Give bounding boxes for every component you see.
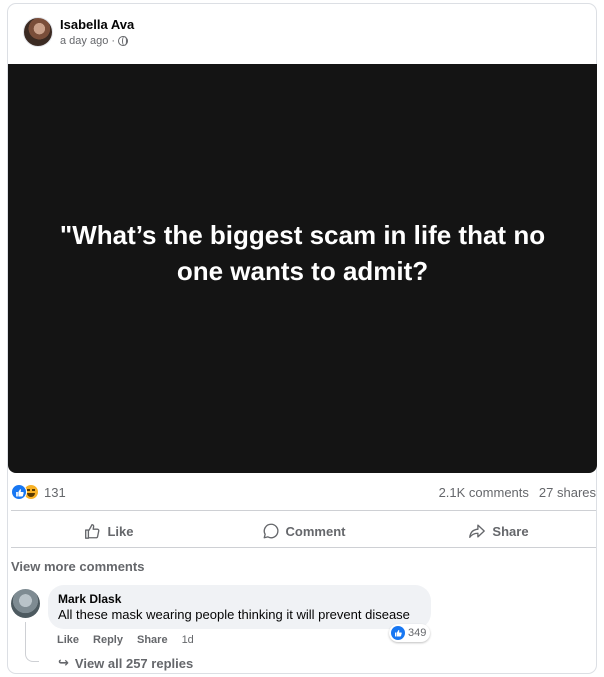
author-avatar[interactable] bbox=[23, 17, 53, 47]
like-icon bbox=[391, 626, 405, 640]
comment-reaction-count: 349 bbox=[408, 627, 427, 639]
comment-label: Comment bbox=[285, 523, 346, 539]
post-time[interactable]: a day ago bbox=[60, 34, 108, 48]
comment-reply-link[interactable]: Reply bbox=[93, 634, 123, 646]
view-replies-label: View all 257 replies bbox=[74, 655, 194, 671]
comment-reaction-badge[interactable]: 349 bbox=[389, 624, 431, 642]
author-name[interactable]: Isabella Ava bbox=[60, 17, 134, 32]
media-text: "What’s the biggest scam in life that no… bbox=[59, 219, 546, 286]
stats-right: 2.1K comments 27 shares bbox=[439, 485, 596, 500]
view-replies-link[interactable]: ↪ View all 257 replies bbox=[58, 655, 193, 671]
post-stats: 131 2.1K comments 27 shares bbox=[11, 482, 596, 502]
reaction-icons[interactable] bbox=[11, 484, 39, 500]
comment-button[interactable]: Comment bbox=[206, 513, 401, 549]
post-media[interactable]: "What’s the biggest scam in life that no… bbox=[8, 64, 597, 473]
comment-actions: Like Reply Share 1d bbox=[57, 634, 194, 646]
meta-separator: · bbox=[111, 34, 115, 47]
divider-top bbox=[11, 510, 596, 511]
comment-share-link[interactable]: Share bbox=[137, 634, 168, 646]
like-label: Like bbox=[107, 523, 134, 539]
comments-count[interactable]: 2.1K comments bbox=[439, 485, 529, 500]
post-header: Isabella Ava a day ago · bbox=[23, 16, 134, 48]
share-button[interactable]: Share bbox=[401, 513, 596, 549]
view-more-comments[interactable]: View more comments bbox=[11, 559, 144, 574]
divider-bottom bbox=[11, 547, 596, 548]
comment-time[interactable]: 1d bbox=[182, 634, 194, 646]
share-icon bbox=[469, 524, 486, 538]
thread-line bbox=[25, 622, 39, 662]
like-icon bbox=[11, 484, 27, 500]
comment-like-link[interactable]: Like bbox=[57, 634, 79, 646]
reactions-count[interactable]: 131 bbox=[44, 485, 66, 500]
share-label: Share bbox=[492, 523, 529, 539]
post-meta: a day ago · bbox=[60, 34, 134, 48]
post-card: Isabella Ava a day ago · "What’s the big… bbox=[7, 3, 597, 674]
thumbs-up-icon bbox=[85, 524, 100, 539]
comment-bubble: Mark Dlask All these mask wearing people… bbox=[48, 585, 431, 629]
commenter-avatar[interactable] bbox=[11, 589, 40, 618]
reply-arrow-icon: ↪ bbox=[58, 655, 69, 670]
globe-icon[interactable] bbox=[118, 35, 128, 46]
comment-text: All these mask wearing people thinking i… bbox=[58, 607, 410, 622]
commenter-name[interactable]: Mark Dlask bbox=[58, 592, 421, 606]
shares-count[interactable]: 27 shares bbox=[539, 485, 596, 500]
like-button[interactable]: Like bbox=[11, 513, 206, 549]
post-actions: Like Comment Share bbox=[11, 513, 596, 549]
author-block: Isabella Ava a day ago · bbox=[60, 17, 134, 48]
comment-icon bbox=[263, 523, 279, 539]
